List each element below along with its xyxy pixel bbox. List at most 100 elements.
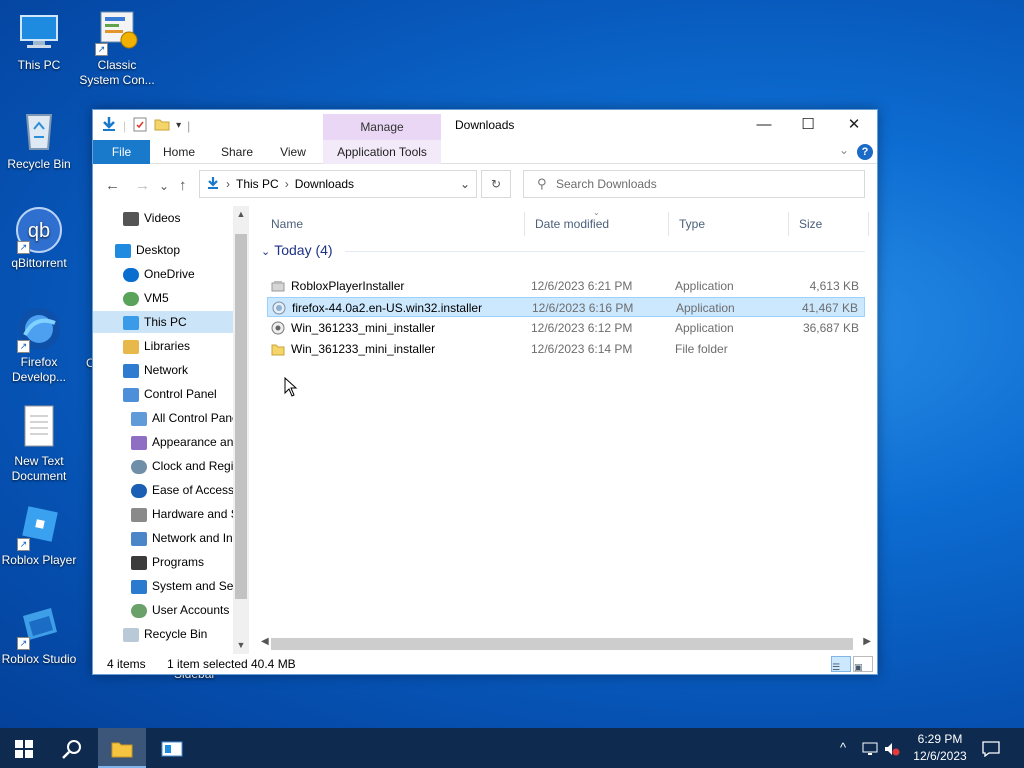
properties-icon[interactable] (132, 116, 148, 135)
nav-item-label: Ease of Access (152, 483, 233, 497)
title-bar[interactable]: | ▾ | Manage Downloads — ☐ ✕ (93, 110, 877, 140)
folder-icon (271, 342, 285, 356)
roblox-studio-icon: ↗ (15, 602, 63, 650)
file-type: Application (675, 279, 734, 293)
desktop-icon (115, 243, 131, 258)
nav-item-hardware-sound[interactable]: Hardware and Sound (131, 503, 233, 525)
nav-item-vm5[interactable]: VM5 (123, 287, 249, 309)
file-list-horizontal-scrollbar[interactable]: ◀ ▶ (261, 636, 875, 652)
tab-application-tools[interactable]: Application Tools (323, 140, 441, 164)
status-selection: 1 item selected (167, 657, 248, 671)
shortcut-arrow-icon: ↗ (17, 241, 30, 254)
file-row-firefox-installer[interactable]: firefox-44.0a2.en-US.win32.installer 12/… (267, 297, 865, 317)
large-icons-view-button[interactable]: ▣ (853, 656, 873, 672)
help-icon[interactable]: ? (857, 144, 873, 160)
nav-item-recycle-bin[interactable]: Recycle Bin (123, 623, 249, 645)
nav-item-onedrive[interactable]: OneDrive (123, 263, 249, 285)
recent-locations-chevron-icon[interactable]: ⌄ (159, 179, 169, 193)
desktop-icon-firefox-developer[interactable]: ↗ Firefox Develop... (0, 305, 78, 385)
desktop-icon-roblox-player[interactable]: ↗ Roblox Player (0, 503, 78, 568)
nav-item-label: Hardware and Sound (152, 507, 233, 521)
system-clock[interactable]: 6:29 PM 12/6/2023 (902, 731, 978, 765)
desktop-icon-new-text-document[interactable]: New Text Document (0, 404, 78, 484)
monitor-icon (123, 315, 139, 330)
details-view-button[interactable]: ☰ (831, 656, 851, 672)
user-icon (123, 291, 139, 306)
scrollbar-thumb[interactable] (235, 234, 247, 599)
large-icons-view-icon: ▣ (854, 662, 863, 672)
notifications-icon[interactable] (982, 728, 1000, 768)
shortcut-arrow-icon: ↗ (17, 538, 30, 551)
file-list: Name Date modified ⌄ Type Size ⌄ Today (4… (261, 206, 871, 654)
nav-item-all-control-panel-items[interactable]: All Control Panel Items (131, 407, 233, 429)
scroll-down-icon[interactable]: ▼ (233, 640, 249, 650)
tab-view[interactable]: View (271, 140, 315, 164)
nav-item-network[interactable]: Network (123, 359, 249, 381)
desktop-icon-roblox-studio[interactable]: ↗ Roblox Studio (0, 602, 78, 667)
shortcut-arrow-icon: ↗ (95, 43, 108, 56)
nav-item-appearance[interactable]: Appearance and Personalization (131, 431, 233, 453)
close-button[interactable]: ✕ (831, 110, 877, 140)
nav-item-control-panel[interactable]: Control Panel (123, 383, 249, 405)
breadcrumb-downloads[interactable]: Downloads (295, 177, 354, 191)
nav-item-this-pc[interactable]: This PC (93, 311, 233, 333)
maximize-button[interactable]: ☐ (785, 110, 831, 140)
nav-pane-scrollbar[interactable]: ▲ ▼ (233, 206, 249, 654)
up-button[interactable]: ↑ (179, 177, 187, 194)
file-type: Application (676, 301, 735, 315)
download-arrow-icon (101, 116, 117, 135)
nav-item-programs[interactable]: Programs (131, 551, 233, 573)
qat-customize-icon[interactable]: ▾ (176, 120, 181, 131)
show-hidden-icons-icon[interactable]: ^ (840, 728, 846, 768)
nav-item-clock-region[interactable]: Clock and Region (131, 455, 233, 477)
scroll-right-icon[interactable]: ▶ (863, 636, 871, 647)
volume-muted-icon[interactable] (884, 728, 900, 768)
nav-item-ease-of-access[interactable]: Ease of Access (131, 479, 233, 501)
nav-item-system-security[interactable]: System and Security (131, 575, 233, 597)
scroll-left-icon[interactable]: ◀ (261, 636, 269, 647)
nav-item-user-accounts[interactable]: User Accounts (131, 599, 233, 621)
breadcrumb-this-pc[interactable]: This PC (236, 177, 279, 191)
column-header-size[interactable]: Size (789, 212, 869, 236)
file-row-robloxplayerinstaller[interactable]: RobloxPlayerInstaller 12/6/2023 6:21 PM … (267, 276, 865, 296)
desktop-icon-this-pc[interactable]: This PC (0, 8, 78, 73)
navigation-bar: ← → ⌄ ↑ › This PC › Downloads ⌄ ↻ Search… (93, 168, 877, 202)
column-header-type[interactable]: Type (669, 212, 789, 236)
group-header-today[interactable]: ⌄ Today (4) (261, 242, 333, 258)
start-button[interactable] (0, 728, 48, 768)
nav-item-libraries[interactable]: Libraries (123, 335, 249, 357)
desktop-icon-classic-system-control[interactable]: ↗ Classic System Con... (78, 8, 156, 88)
desktop-icon-qbittorrent[interactable]: qb ↗ qBittorrent (0, 206, 78, 271)
expand-ribbon-icon[interactable]: ⌄ (839, 143, 849, 157)
address-dropdown-icon[interactable]: ⌄ (460, 177, 470, 191)
scrollbar-thumb[interactable] (271, 638, 853, 650)
refresh-button[interactable]: ↻ (481, 170, 511, 198)
file-row-win-mini-installer[interactable]: Win_361233_mini_installer 12/6/2023 6:12… (267, 318, 865, 338)
forward-button[interactable]: → (135, 177, 150, 194)
nav-item-videos[interactable]: Videos (123, 207, 249, 229)
network-icon[interactable] (862, 728, 878, 768)
taskbar-file-explorer[interactable] (98, 728, 146, 768)
minimize-button[interactable]: — (741, 110, 787, 140)
file-size: 36,687 KB (802, 321, 859, 335)
taskbar-control-panel[interactable] (148, 728, 196, 768)
qbittorrent-icon: qb ↗ (15, 206, 63, 254)
nav-item-label: Appearance and Personalization (152, 435, 233, 449)
tab-share[interactable]: Share (215, 140, 259, 164)
search-button[interactable] (48, 728, 96, 768)
back-button[interactable]: ← (105, 177, 120, 194)
scroll-up-icon[interactable]: ▲ (233, 209, 249, 219)
nav-item-desktop[interactable]: Desktop (115, 239, 249, 261)
desktop-icon-recycle-bin[interactable]: Recycle Bin (0, 107, 78, 172)
file-row-win-mini-installer-folder[interactable]: Win_361233_mini_installer 12/6/2023 6:14… (267, 339, 865, 359)
nav-item-network-internet[interactable]: Network and Internet (131, 527, 233, 549)
column-header-name[interactable]: Name (261, 212, 525, 236)
nav-item-label: Control Panel (144, 387, 217, 401)
manage-contextual-tab[interactable]: Manage (323, 114, 441, 140)
address-bar[interactable]: › This PC › Downloads ⌄ (199, 170, 477, 198)
tab-home[interactable]: Home (157, 140, 201, 164)
new-folder-icon[interactable] (154, 116, 170, 135)
shield-icon (131, 579, 147, 594)
search-input[interactable]: Search Downloads (523, 170, 865, 198)
tab-file[interactable]: File (93, 140, 150, 164)
